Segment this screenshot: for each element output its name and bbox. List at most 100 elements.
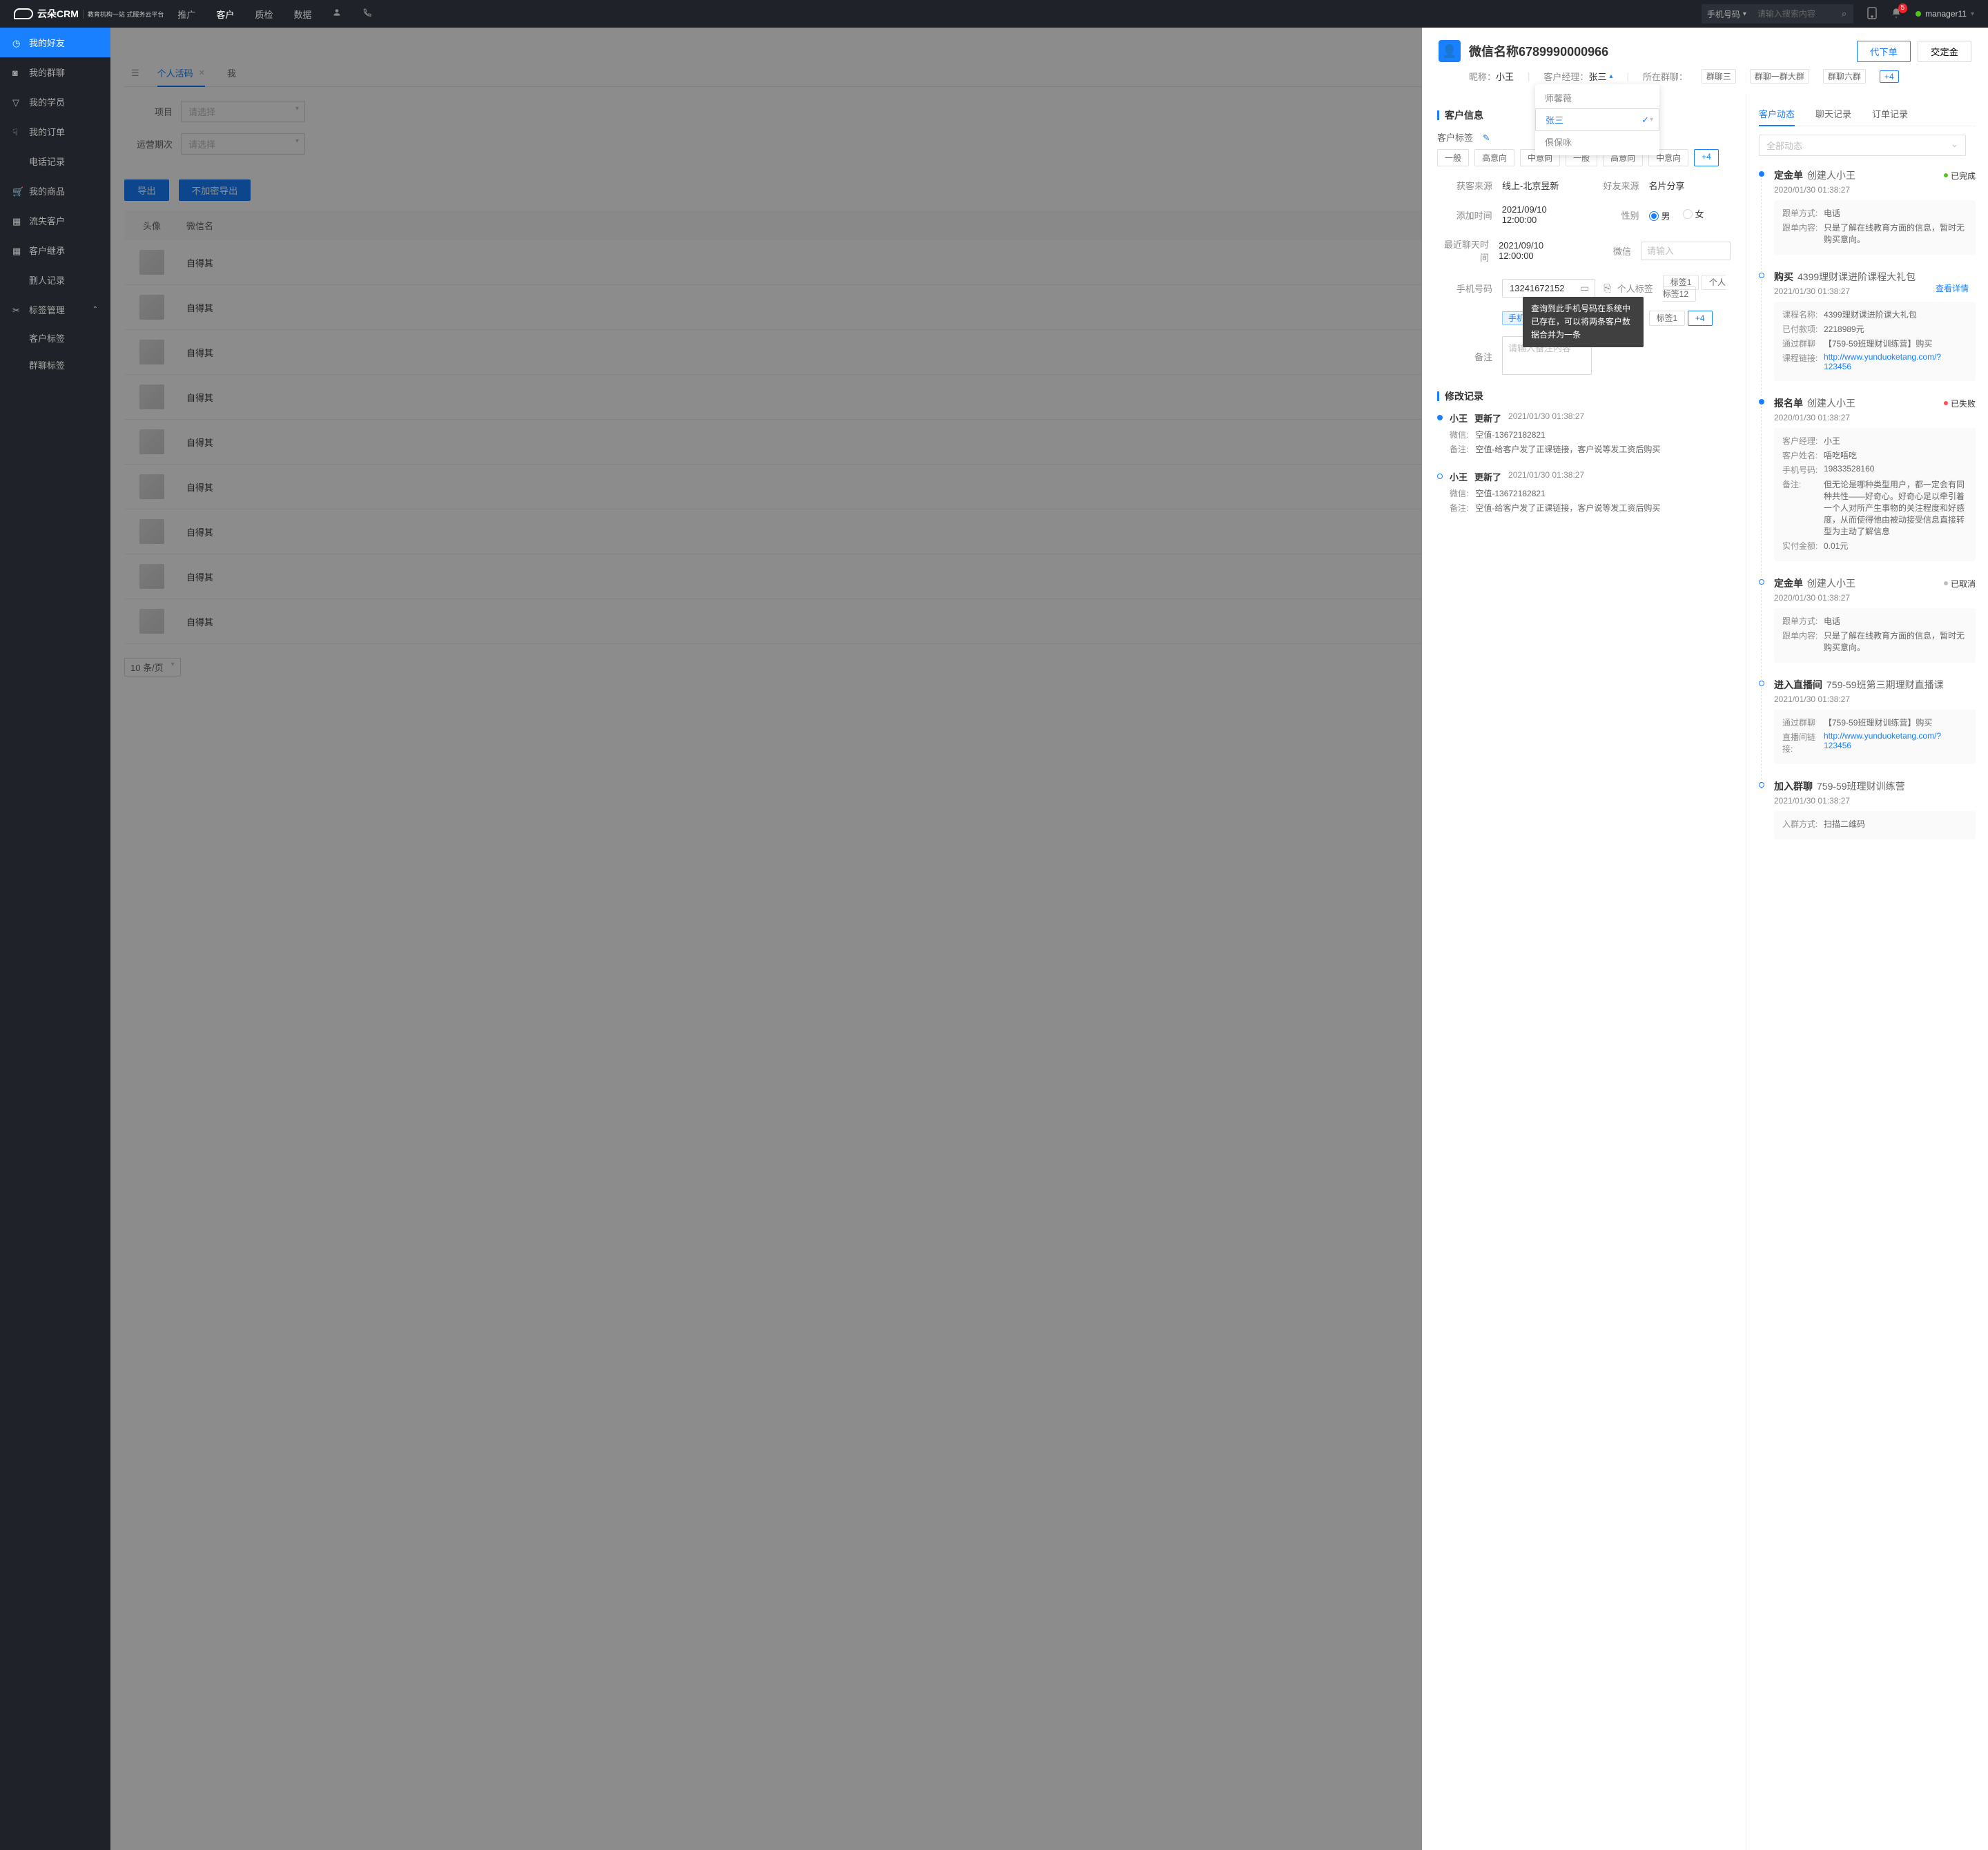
place-order-button[interactable]: 代下单 <box>1857 41 1911 62</box>
timeline-item: 报名单创建人小王已失败2020/01/30 01:38:27客户经理:小王客户姓… <box>1759 396 1976 561</box>
personal-tag-more[interactable]: +4 <box>1688 311 1713 326</box>
group-label: 所在群聊： <box>1643 70 1688 83</box>
customer-icon: 👤 <box>1439 40 1461 62</box>
gender-female[interactable]: 女 <box>1683 207 1704 220</box>
timeline-item: 定金单创建人小王已完成2020/01/30 01:38:27跟单方式:电话跟单内… <box>1759 168 1976 255</box>
search-icon[interactable]: ⌕ <box>1835 8 1853 19</box>
timeline-item: 定金单创建人小王已取消2020/01/30 01:38:27跟单方式:电话跟单内… <box>1759 576 1976 663</box>
group-tag[interactable]: 群聊一群大群 <box>1750 69 1809 84</box>
search-input[interactable] <box>1752 9 1835 19</box>
timeline-dot <box>1759 579 1764 585</box>
nav-qc[interactable]: 质检 <box>255 8 273 21</box>
right-tabs: 客户动态 聊天记录 订单记录 <box>1759 101 1976 126</box>
dd-option-selected[interactable]: 张三✓ <box>1535 108 1659 131</box>
mobile-icon[interactable] <box>1867 7 1877 21</box>
timeline-dot <box>1759 399 1764 405</box>
top-search[interactable]: 手机号码 ▾ ⌕ <box>1702 4 1853 23</box>
group-tag[interactable]: 群聊六群 <box>1823 69 1866 84</box>
remark-label: 备注 <box>1437 350 1492 363</box>
side-customer-tags[interactable]: 客户标签 <box>0 324 110 351</box>
card-icon[interactable]: ▭ <box>1577 281 1592 295</box>
tag-more[interactable]: +4 <box>1694 149 1719 166</box>
logo-subtitle: 教育机构一站 式服务云平台 <box>83 10 164 19</box>
view-detail[interactable]: 查看详情 <box>1936 282 1969 294</box>
nickname-label: 昵称：小王 <box>1469 70 1514 83</box>
source-label: 获客来源 <box>1437 179 1492 192</box>
logo[interactable]: 云朵CRM 教育机构一站 式服务云平台 <box>14 7 164 21</box>
link[interactable]: http://www.yunduoketang.com/?123456 <box>1824 352 1941 371</box>
edit-icon[interactable]: ✎ <box>1483 133 1490 143</box>
nav-user-icon[interactable] <box>332 8 342 21</box>
timeline-dot <box>1759 681 1764 686</box>
timeline-dot <box>1437 415 1443 420</box>
side-my-goods[interactable]: 🛒我的商品 <box>0 176 110 206</box>
group-more[interactable]: +4 <box>1880 70 1899 83</box>
side-lost-customers[interactable]: ▦流失客户 <box>0 206 110 235</box>
manager-select[interactable]: 张三▴ <box>1588 70 1612 83</box>
section-modify-log: 修改记录 <box>1437 389 1731 403</box>
last-chat-label: 最近聊天时间 <box>1437 237 1489 264</box>
chat-icon: ◙ <box>12 68 22 77</box>
sidebar: ◷我的好友 ◙我的群聊 ▽我的学员 ☟我的订单 电话记录 🛒我的商品 ▦流失客户… <box>0 28 110 1850</box>
nav-customer[interactable]: 客户 <box>216 8 234 21</box>
timeline-item: 进入直播间759-59班第三期理财直播课2021/01/30 01:38:27通… <box>1759 678 1976 764</box>
phone-input[interactable] <box>1505 280 1577 297</box>
group-tag[interactable]: 群聊三 <box>1702 69 1736 84</box>
tab-activity[interactable]: 客户动态 <box>1759 101 1795 126</box>
timeline-dot <box>1759 273 1764 278</box>
side-delete-log[interactable]: 删人记录 <box>0 265 110 295</box>
wechat-label: 微信 <box>1576 244 1631 257</box>
username: manager11 <box>1925 9 1967 19</box>
side-tag-manage[interactable]: ✂标签管理⌃ <box>0 295 110 324</box>
manager-field: 客户经理：张三▴ <box>1543 70 1612 83</box>
add-time-value: 2021/09/10 12:00:00 <box>1502 204 1584 225</box>
cart-icon: 🛒 <box>12 186 22 196</box>
drawer-title: 微信名称6789990000966 <box>1469 42 1857 60</box>
phone-label: 手机号码 <box>1437 282 1492 295</box>
nav-promote[interactable]: 推广 <box>177 8 195 21</box>
clock-icon: ◷ <box>12 38 22 48</box>
side-group-tags[interactable]: 群聊标签 <box>0 351 110 378</box>
mod-item: 小王更新了2021/01/30 01:38:27微信:空值-1367218282… <box>1437 470 1731 516</box>
caret-up-icon: ▴ <box>1609 72 1612 80</box>
nav-data[interactable]: 数据 <box>293 8 311 21</box>
link[interactable]: http://www.yunduoketang.com/?123456 <box>1824 731 1941 750</box>
friend-source-label: 好友来源 <box>1584 179 1639 192</box>
customer-tag[interactable]: 高意向 <box>1474 149 1514 166</box>
customer-drawer: 👤 微信名称6789990000966 代下单 交定金 昵称：小王 | 客户经理… <box>1422 28 1988 1850</box>
activity-filter[interactable]: 全部动态 <box>1759 135 1966 156</box>
nav-phone-icon[interactable] <box>362 8 372 21</box>
friend-source-value: 名片分享 <box>1649 179 1685 192</box>
side-my-students[interactable]: ▽我的学员 <box>0 87 110 117</box>
logo-icon <box>14 8 33 19</box>
personal-tag-label: 个人标签 <box>1614 282 1653 295</box>
personal-tag[interactable]: 标签1 <box>1649 311 1686 326</box>
timeline-dot <box>1759 171 1764 177</box>
gender-male[interactable]: 男 <box>1649 209 1670 222</box>
side-call-log[interactable]: 电话记录 <box>0 146 110 176</box>
tab-chat[interactable]: 聊天记录 <box>1815 101 1851 126</box>
side-my-friends[interactable]: ◷我的好友 <box>0 28 110 57</box>
user-menu[interactable]: manager11 ▾ <box>1916 9 1974 19</box>
search-type-select[interactable]: 手机号码 ▾ <box>1702 8 1752 20</box>
notification-badge: 5 <box>1898 3 1908 13</box>
copy-icon[interactable]: ⎘ <box>1601 281 1614 295</box>
dd-option[interactable]: 师馨薇 <box>1535 87 1659 108</box>
wechat-input[interactable] <box>1641 242 1731 260</box>
logo-text: 云朵CRM <box>37 7 79 21</box>
side-my-orders[interactable]: ☟我的订单 <box>0 117 110 146</box>
timeline-dot <box>1437 474 1443 479</box>
side-inherit[interactable]: ▦客户继承 <box>0 235 110 265</box>
tab-orders[interactable]: 订单记录 <box>1872 101 1908 126</box>
filter-icon: ▽ <box>12 97 22 107</box>
phone-tooltip: 查询到此手机号码在系统中已存在，可以将两条客户数据合并为一条 <box>1523 297 1644 348</box>
gender-label: 性别 <box>1584 208 1639 222</box>
side-my-groups[interactable]: ◙我的群聊 <box>0 57 110 87</box>
check-icon: ✓ <box>1641 115 1649 126</box>
tool-icon: ✂ <box>12 305 22 315</box>
timeline-dot <box>1759 782 1764 788</box>
customer-tag[interactable]: 一般 <box>1437 149 1469 166</box>
dd-option[interactable]: 俱保咏 <box>1535 131 1659 153</box>
deposit-button[interactable]: 交定金 <box>1918 41 1971 62</box>
bell-icon[interactable]: 5 <box>1891 8 1902 21</box>
